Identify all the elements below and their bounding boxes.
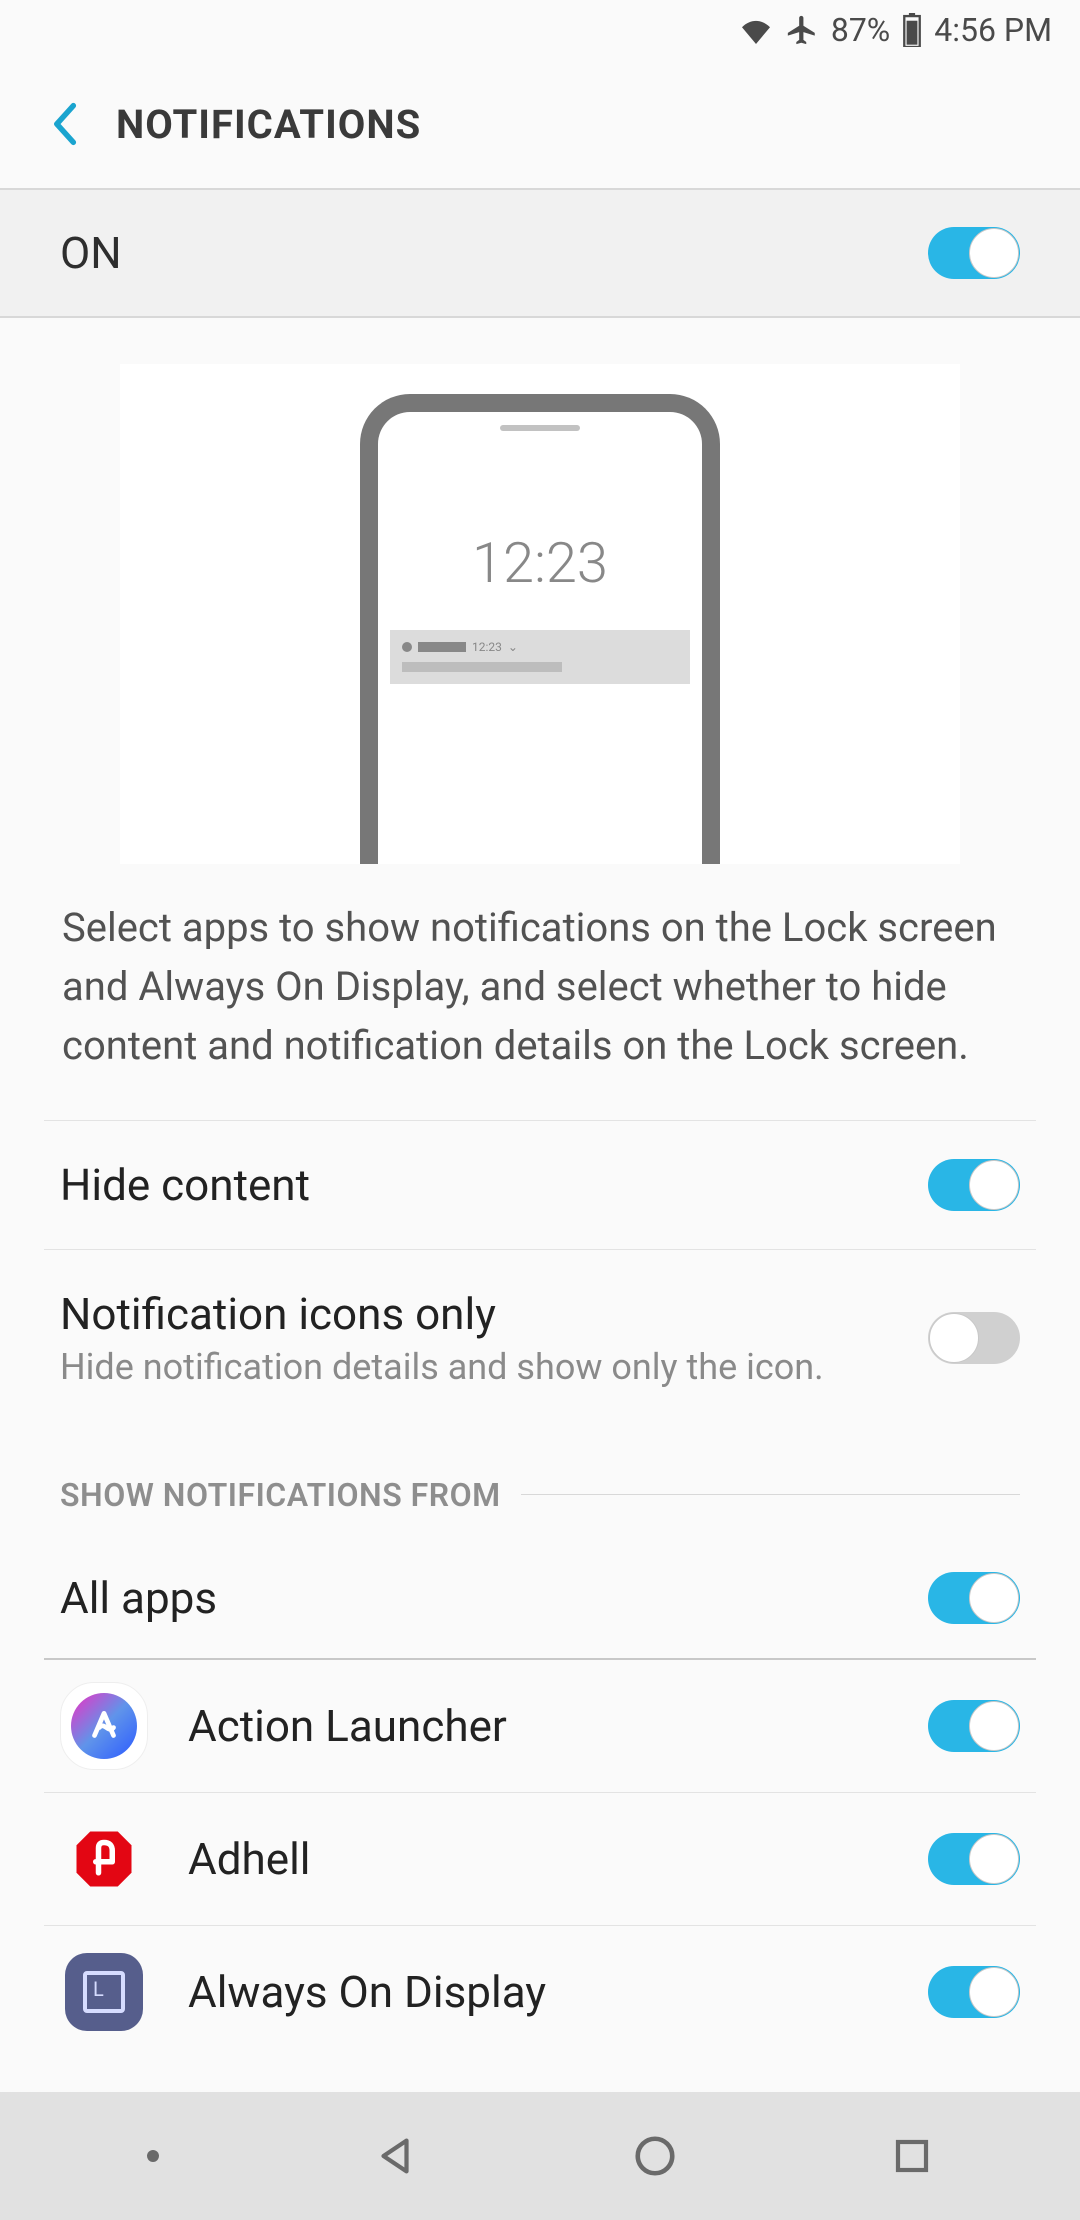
back-button[interactable] <box>50 102 82 146</box>
airplane-icon <box>785 13 819 47</box>
status-bar: 87% 4:56 PM <box>0 0 1080 60</box>
description-text: Select apps to show notifications on the… <box>0 864 1080 1120</box>
all-apps-row[interactable]: All apps <box>44 1538 1036 1660</box>
master-toggle-label: ON <box>60 227 122 279</box>
app-toggle-adhell[interactable] <box>928 1833 1020 1885</box>
preview-notif-time: 12:23 <box>472 640 502 654</box>
all-apps-label: All apps <box>60 1572 217 1624</box>
preview-notification: 12:23 ⌄ <box>390 630 690 684</box>
section-header-label: SHOW NOTIFICATIONS FROM <box>60 1476 501 1514</box>
setting-icons-only-toggle[interactable] <box>928 1312 1020 1364</box>
navigation-bar <box>0 2092 1080 2220</box>
wifi-icon <box>739 16 773 44</box>
app-toggle-action-launcher[interactable] <box>928 1700 1020 1752</box>
setting-icons-only[interactable]: Notification icons only Hide notificatio… <box>44 1249 1036 1426</box>
app-icon-action-launcher <box>60 1682 148 1770</box>
app-toggle-aod[interactable] <box>928 1966 1020 2018</box>
page-title: NOTIFICATIONS <box>116 101 421 148</box>
app-name-aod: Always On Display <box>188 1966 888 2018</box>
section-header: SHOW NOTIFICATIONS FROM <box>0 1426 1080 1538</box>
app-name-action-launcher: Action Launcher <box>188 1700 888 1752</box>
app-row-aod[interactable]: Always On Display <box>44 1926 1036 2058</box>
master-toggle-switch[interactable] <box>928 227 1020 279</box>
app-row-action-launcher[interactable]: Action Launcher <box>44 1660 1036 1793</box>
setting-hide-content-title: Hide content <box>60 1159 310 1211</box>
setting-hide-content-toggle[interactable] <box>928 1159 1020 1211</box>
app-icon-adhell <box>60 1815 148 1903</box>
app-name-adhell: Adhell <box>188 1833 888 1885</box>
setting-hide-content[interactable]: Hide content <box>44 1120 1036 1249</box>
nav-home-button[interactable] <box>632 2133 678 2179</box>
nav-back-button[interactable] <box>372 2133 418 2179</box>
preview-illustration: 12:23 12:23 ⌄ <box>0 318 1080 864</box>
master-toggle-row[interactable]: ON <box>0 188 1080 318</box>
nav-menu-dot[interactable] <box>147 2150 159 2162</box>
app-icon-aod <box>60 1948 148 2036</box>
status-time: 4:56 PM <box>934 11 1052 49</box>
preview-clock: 12:23 <box>472 530 608 596</box>
battery-icon <box>902 13 922 47</box>
app-row-adhell[interactable]: Adhell <box>44 1793 1036 1926</box>
header: NOTIFICATIONS <box>0 60 1080 188</box>
nav-recent-button[interactable] <box>891 2135 933 2177</box>
setting-icons-only-title: Notification icons only <box>60 1288 824 1340</box>
all-apps-toggle[interactable] <box>928 1572 1020 1624</box>
battery-percent: 87% <box>831 11 890 49</box>
setting-icons-only-subtitle: Hide notification details and show only … <box>60 1346 824 1388</box>
